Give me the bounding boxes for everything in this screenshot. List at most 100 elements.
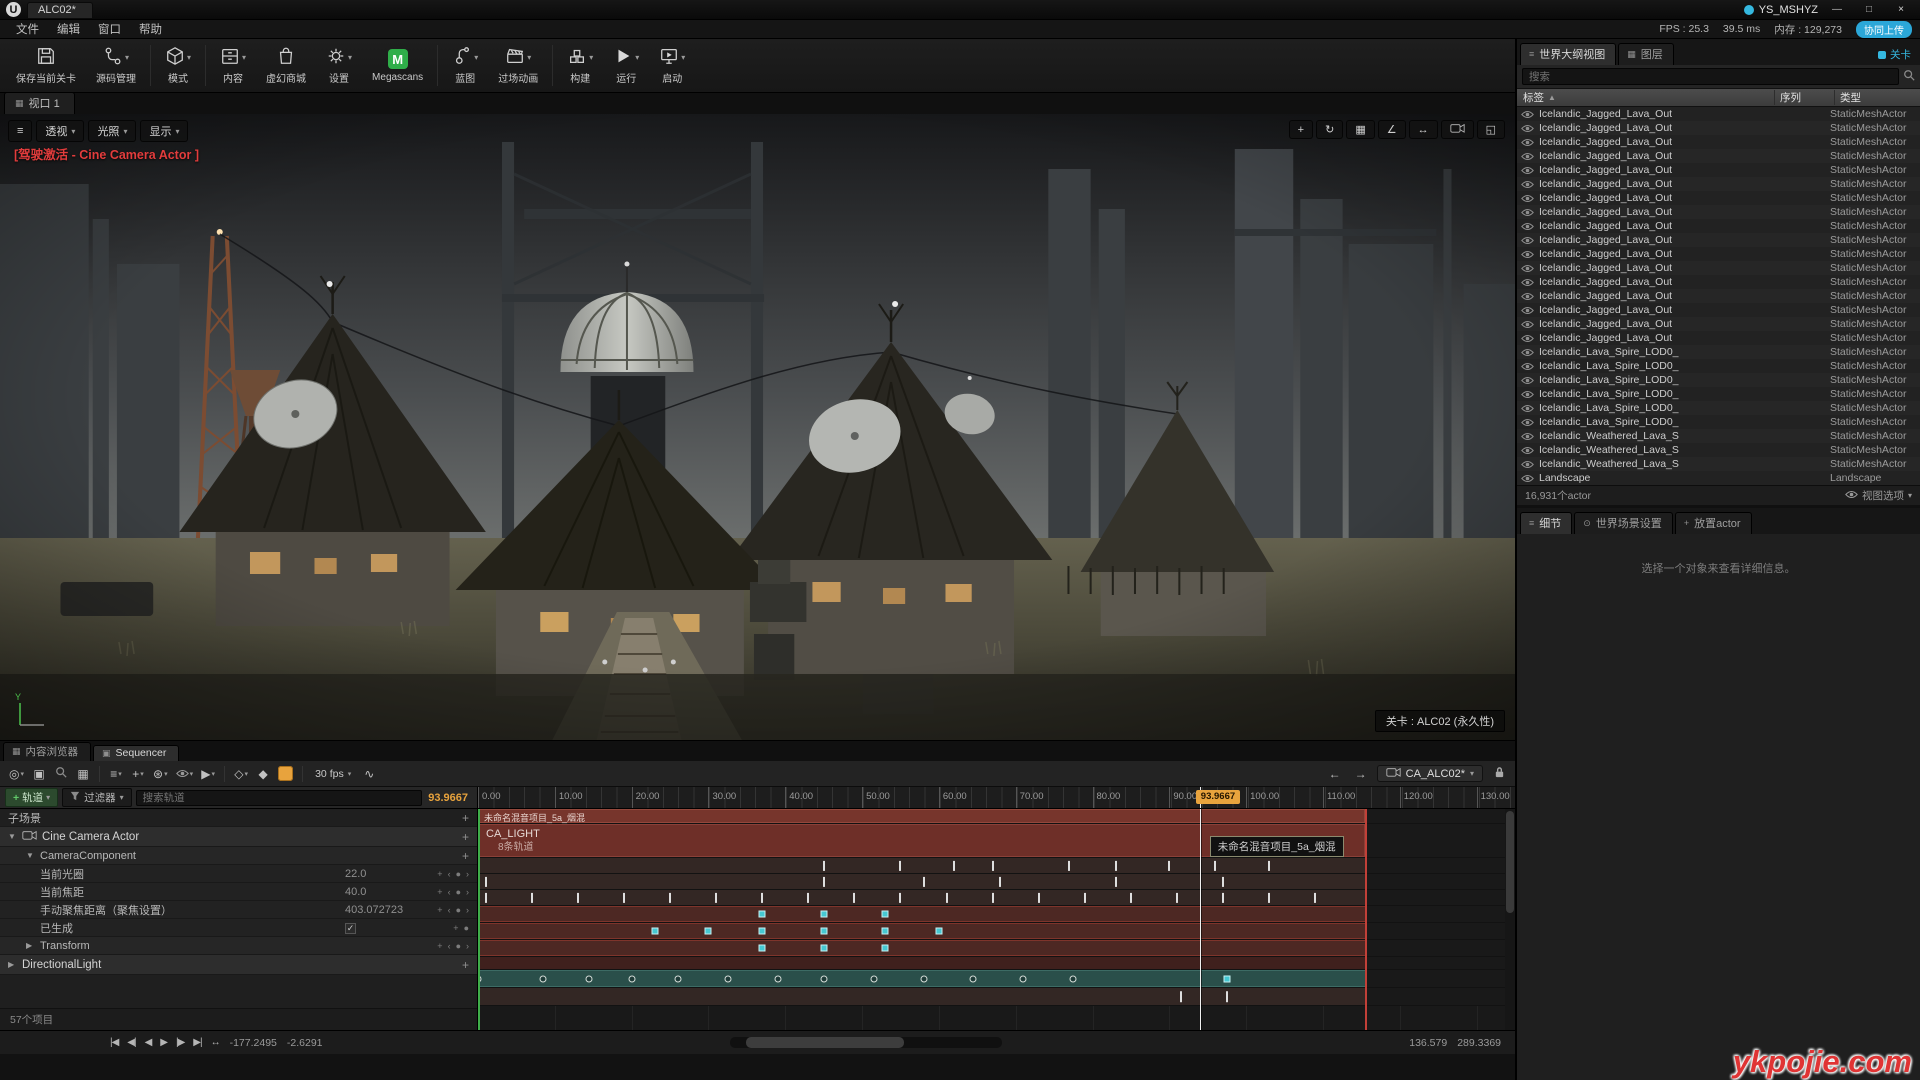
keyframe[interactable] (651, 928, 658, 935)
keyframe[interactable] (899, 892, 901, 902)
outliner-row[interactable]: Icelandic_Jagged_Lava_Out StaticMeshActo… (1517, 331, 1920, 345)
track-subscenes[interactable]: 子场景 + (0, 809, 477, 827)
light-group-lane[interactable]: CA_LIGHT8条轨道 (478, 824, 1515, 858)
visibility-eye-icon[interactable] (1521, 124, 1534, 133)
visibility-eye-icon[interactable] (1521, 404, 1534, 413)
add-key-icon[interactable]: + (437, 905, 442, 915)
tab-sequencer[interactable]: ▣ Sequencer (93, 745, 179, 761)
render-movie-button[interactable]: ▣ (29, 764, 49, 784)
grid-snap-button[interactable]: ▦10 (1346, 120, 1374, 139)
keyframe[interactable] (1020, 975, 1027, 982)
keyframe[interactable] (970, 975, 977, 982)
visibility-eye-icon[interactable] (1521, 390, 1534, 399)
keyframe[interactable] (882, 911, 889, 918)
keyframe[interactable] (1214, 860, 1216, 870)
caret-down-icon[interactable]: ▼ (26, 851, 35, 860)
transport-button[interactable]: ▶ (160, 1037, 167, 1048)
show-flags-button[interactable]: 显示▾ (140, 120, 188, 142)
track-search-input[interactable] (136, 790, 423, 806)
outliner-row[interactable]: Icelandic_Lava_Spire_LOD0_ StaticMeshAct… (1517, 401, 1920, 415)
keyframe[interactable] (999, 876, 1001, 886)
visibility-eye-icon[interactable] (1521, 362, 1534, 371)
property-value[interactable]: 22.0 (345, 868, 366, 880)
playhead-line[interactable] (1200, 809, 1201, 1030)
transport-button[interactable]: |▶ (176, 1037, 184, 1048)
keyframe[interactable] (623, 892, 625, 902)
keyframe[interactable] (577, 892, 579, 902)
outliner-row[interactable]: Icelandic_Weathered_Lava_S StaticMeshAct… (1517, 429, 1920, 443)
transport-button[interactable]: ◀ (145, 1037, 152, 1048)
visibility-eye-icon[interactable] (1521, 208, 1534, 217)
work-range-end[interactable] (1365, 809, 1367, 1030)
prev-key-icon[interactable]: ‹ (448, 941, 451, 951)
rotation-snap-button[interactable]: ∠10° (1378, 120, 1406, 139)
keyframe[interactable] (820, 945, 827, 952)
current-time-display[interactable]: 93.9667 (428, 792, 468, 804)
track-cine-camera-actor[interactable]: ▼ Cine Camera Actor + (0, 827, 477, 847)
maximize-viewport-button[interactable]: ◱ (1477, 120, 1505, 139)
outliner-row[interactable]: Icelandic_Jagged_Lava_Out StaticMeshActo… (1517, 275, 1920, 289)
outliner-row[interactable]: Icelandic_Jagged_Lava_Out StaticMeshActo… (1517, 163, 1920, 177)
visibility-eye-icon[interactable] (1521, 250, 1534, 259)
keyframe-lane[interactable] (478, 906, 1515, 923)
keyframe[interactable] (674, 975, 681, 982)
keyframe[interactable] (485, 876, 487, 886)
keyframe[interactable] (953, 860, 955, 870)
keyframe-lane[interactable] (478, 940, 1515, 957)
visibility-eye-icon[interactable] (1521, 166, 1534, 175)
keyframe[interactable] (1226, 991, 1228, 1003)
keyframe[interactable] (1115, 876, 1117, 886)
keyframe[interactable] (1168, 860, 1170, 870)
visibility-eye-icon[interactable] (1521, 348, 1534, 357)
visibility-eye-icon[interactable] (1521, 194, 1534, 203)
keyframe[interactable] (715, 892, 717, 902)
next-key-icon[interactable]: › (466, 905, 469, 915)
sequencer-options-button[interactable]: ◎▾ (6, 764, 27, 784)
track-directional-light[interactable]: ▶ DirectionalLight + (0, 955, 477, 975)
snap-grid-button[interactable]: ▦ (73, 764, 93, 784)
keyframe-lane[interactable] (478, 923, 1515, 940)
view-options-button[interactable]: ▾ (173, 764, 197, 784)
column-label[interactable]: 标签▲ (1523, 90, 1774, 105)
column-sequence[interactable]: 序列 (1774, 90, 1834, 105)
track-current-aperture[interactable]: 当前光圈 22.0 +‹●› (0, 865, 477, 883)
add-key-icon[interactable]: + (437, 887, 442, 897)
outliner-row[interactable]: Icelandic_Jagged_Lava_Out StaticMeshActo… (1517, 177, 1920, 191)
keyframe[interactable] (920, 975, 927, 982)
view-range-low[interactable]: -2.6291 (287, 1037, 323, 1049)
minimize-button[interactable]: — (1824, 2, 1850, 18)
outliner-row[interactable]: Icelandic_Jagged_Lava_Out StaticMeshActo… (1517, 121, 1920, 135)
add-key-icon[interactable]: + (437, 869, 442, 879)
keyframe[interactable] (1070, 975, 1077, 982)
outliner-row[interactable]: Icelandic_Jagged_Lava_Out StaticMeshActo… (1517, 261, 1920, 275)
scrollbar-thumb[interactable] (746, 1037, 904, 1048)
keyframe[interactable] (761, 892, 763, 902)
visibility-eye-icon[interactable] (1521, 264, 1534, 273)
key-all-button[interactable]: ◆ (253, 764, 273, 784)
outliner-search-input[interactable] (1522, 68, 1899, 85)
keyframe[interactable] (823, 860, 825, 870)
keyframe[interactable] (1130, 892, 1132, 902)
keyframe[interactable] (923, 876, 925, 886)
keyframe[interactable] (1068, 860, 1070, 870)
keyframe[interactable] (669, 892, 671, 902)
visibility-eye-icon[interactable] (1521, 460, 1534, 469)
visibility-eye-icon[interactable] (1521, 152, 1534, 161)
rotate-tool-button[interactable]: ↻ (1316, 120, 1343, 139)
viewport-tab[interactable]: ▦ 视口 1 (4, 92, 75, 114)
keyframe[interactable] (1176, 892, 1178, 902)
keyframe[interactable] (992, 892, 994, 902)
level-filter-chip[interactable]: 关卡 (1878, 47, 1917, 65)
keyframe[interactable] (759, 945, 766, 952)
save-level-button[interactable]: 保存当前关卡 (6, 42, 86, 89)
keyframe[interactable] (820, 911, 827, 918)
set-key-icon[interactable]: ● (456, 887, 461, 897)
outliner-row[interactable]: Icelandic_Jagged_Lava_Out StaticMeshActo… (1517, 205, 1920, 219)
transport-button[interactable]: ◀| (127, 1037, 135, 1048)
caret-right-icon[interactable]: ▶ (8, 960, 17, 969)
next-key-icon[interactable]: › (466, 869, 469, 879)
visibility-eye-icon[interactable] (1521, 474, 1534, 483)
visibility-eye-icon[interactable] (1521, 432, 1534, 441)
key-options-button[interactable]: ◇▾ (231, 764, 251, 784)
viewport-options-button[interactable]: ≡ (8, 120, 32, 142)
